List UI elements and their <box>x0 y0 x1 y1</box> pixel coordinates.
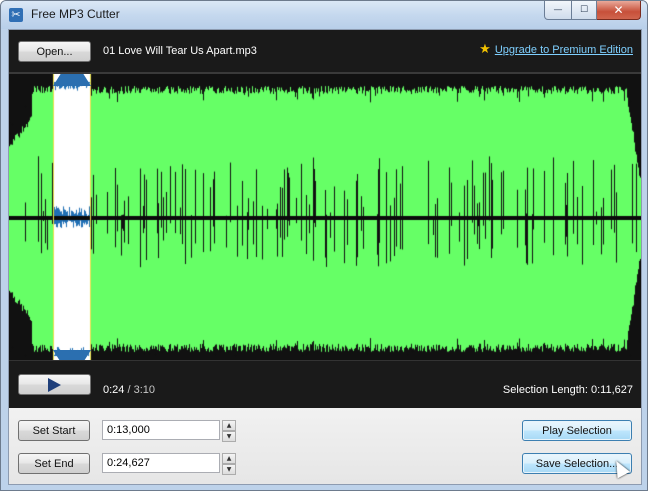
selection-length: Selection Length: 0:11,627 <box>502 384 633 396</box>
start-time-spinner[interactable]: ▲ ▼ <box>222 420 236 442</box>
play-icon <box>48 377 61 392</box>
upgrade-link-area[interactable]: ★ Upgrade to Premium Edition <box>479 43 633 56</box>
waveform-canvas[interactable] <box>9 74 641 362</box>
spin-up-icon[interactable]: ▲ <box>222 420 236 431</box>
upgrade-link[interactable]: Upgrade to Premium Edition <box>495 44 633 56</box>
window-controls: — ☐ ✕ <box>544 1 641 20</box>
app-window: ✂ Free MP3 Cutter — ☐ ✕ Open... 01 Love … <box>0 0 648 491</box>
spin-up-icon[interactable]: ▲ <box>222 453 236 464</box>
playback-time: 0:24 / 3:10 <box>103 384 155 396</box>
total-time: 3:10 <box>133 384 156 396</box>
start-time-field[interactable] <box>102 420 220 440</box>
end-time-field[interactable] <box>102 453 220 473</box>
scissors-icon: ✂ <box>9 8 23 22</box>
set-end-button[interactable]: Set End <box>18 453 90 474</box>
window-title: Free MP3 Cutter <box>31 7 120 21</box>
spin-down-icon[interactable]: ▼ <box>222 431 236 442</box>
spin-down-icon[interactable]: ▼ <box>222 464 236 475</box>
set-start-button[interactable]: Set Start <box>18 420 90 441</box>
file-name-label: 01 Love Will Tear Us Apart.mp3 <box>103 45 257 57</box>
play-button[interactable] <box>18 374 91 395</box>
play-selection-button[interactable]: Play Selection <box>522 420 632 441</box>
selection-controls: Set Start ▲ ▼ Set End ▲ ▼ Play Selection… <box>9 408 641 484</box>
title-bar[interactable]: ✂ Free MP3 Cutter — ☐ ✕ <box>1 1 647 29</box>
maximize-button[interactable]: ☐ <box>572 1 597 20</box>
end-time-spinner[interactable]: ▲ ▼ <box>222 453 236 475</box>
open-button[interactable]: Open... <box>18 41 91 62</box>
star-icon: ★ <box>479 42 491 57</box>
main-panel: Open... 01 Love Will Tear Us Apart.mp3 ★… <box>8 29 642 485</box>
minimize-button[interactable]: — <box>544 1 572 20</box>
file-bar: Open... 01 Love Will Tear Us Apart.mp3 ★… <box>9 30 641 72</box>
waveform-view[interactable] <box>9 72 641 362</box>
current-time: 0:24 <box>103 384 125 396</box>
close-button[interactable]: ✕ <box>597 1 641 20</box>
transport-bar: 0:24 / 3:10 Selection Length: 0:11,627 <box>9 360 641 409</box>
time-separator: / <box>124 384 134 396</box>
